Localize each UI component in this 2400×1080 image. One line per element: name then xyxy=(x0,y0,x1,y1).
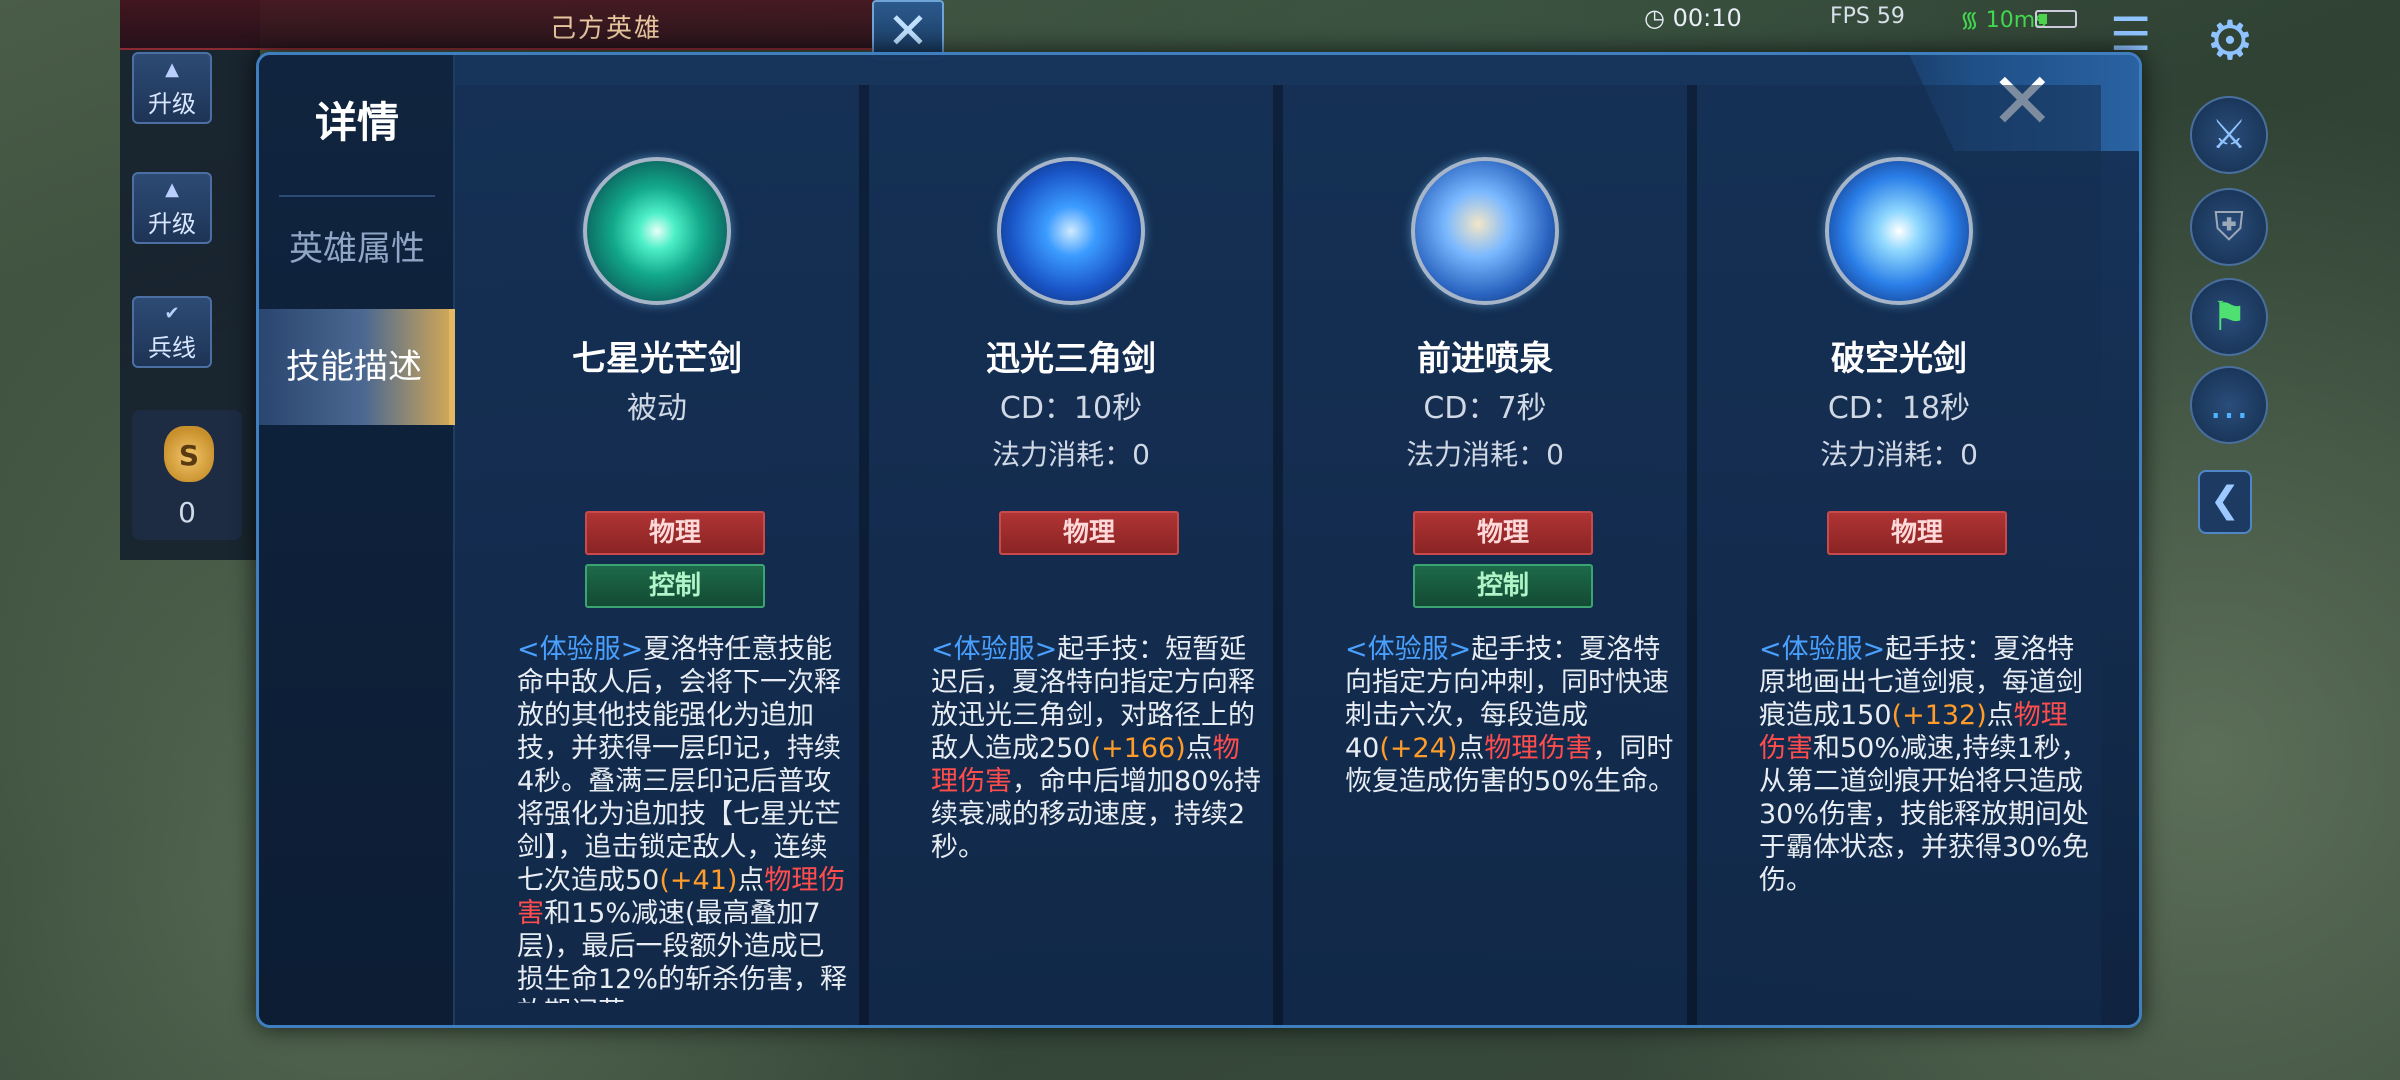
triangle-sword-icon xyxy=(997,157,1145,305)
check-icon: ✔ xyxy=(164,303,180,324)
skill-cd: CD：10秒 xyxy=(999,391,1143,426)
skill-card-passive: 七星光芒剑 被动 物理 控制 <体验服>夏洛特任意技能命中敌人后，会将下一次释放… xyxy=(455,85,859,1025)
seven-star-sword-icon xyxy=(583,157,731,305)
gold-counter: S 0 xyxy=(132,410,242,540)
skill-mana-cost: 法力消耗：0 xyxy=(1820,438,1978,471)
tag-physical: 物理 xyxy=(1827,511,2007,555)
money-bag-icon: S xyxy=(164,426,214,482)
arrow-up-icon: ▲ xyxy=(165,179,179,200)
description-segment: <体验服> xyxy=(931,634,1058,665)
hero-details-modal: 详情 英雄属性 技能描述 ✕ 七星光芒剑 被动 物理 控制 <体验服>夏洛特任意… xyxy=(256,52,2142,1028)
match-time-value: 00:10 xyxy=(1672,4,1742,32)
skill-name: 前进喷泉 xyxy=(1417,339,1553,379)
level-up-button-2[interactable]: ▲ 升级 xyxy=(132,172,212,244)
description-segment: <体验服> xyxy=(517,634,644,665)
skill-cd: 被动 xyxy=(627,391,687,426)
tag-physical: 物理 xyxy=(999,511,1179,555)
team-title: 己方英雄 xyxy=(550,14,663,44)
skill-card-1: 迅光三角剑 CD：10秒 法力消耗：0 物理 <体验服>起手技：短暂延迟后，夏洛… xyxy=(869,85,1273,1025)
skills-content: 七星光芒剑 被动 物理 控制 <体验服>夏洛特任意技能命中敌人后，会将下一次释放… xyxy=(455,55,2139,1025)
description-segment: <体验服> xyxy=(1345,634,1472,665)
tab-hero-attributes[interactable]: 英雄属性 xyxy=(259,191,455,307)
skill-mana-cost: 法力消耗：0 xyxy=(1406,438,1564,471)
battery-icon xyxy=(2035,10,2077,28)
flag-icon[interactable]: ⚑ xyxy=(2190,278,2268,356)
team-header-bar: 己方英雄 xyxy=(120,0,940,50)
tag-control: 控制 xyxy=(1413,564,1593,608)
column-divider xyxy=(1687,85,1697,1025)
tab-skill-description[interactable]: 技能描述 xyxy=(259,309,455,425)
fps-readout: FPS 59 xyxy=(1830,4,1905,29)
modal-sidebar: 详情 英雄属性 技能描述 xyxy=(259,55,455,1025)
description-segment: 点 xyxy=(1986,700,2014,731)
description-segment: 点 xyxy=(1457,733,1485,764)
skill-description: <体验服>起手技：夏洛特向指定方向冲刺，同时快速刺击六次，每段造成40(+24)… xyxy=(1345,633,1675,1003)
description-segment: (+166) xyxy=(1090,733,1186,764)
tag-control: 控制 xyxy=(585,564,765,608)
skill-description: <体验服>起手技：短暂延迟后，夏洛特向指定方向释放迅光三角剑，对路径上的敌人造成… xyxy=(931,633,1261,1003)
shield-icon[interactable]: ⛨ xyxy=(2190,188,2268,266)
level-up-button[interactable]: ▲ 升级 xyxy=(132,52,212,124)
arrow-up-icon: ▲ xyxy=(165,59,179,80)
skill-description: <体验服>夏洛特任意技能命中敌人后，会将下一次释放的其他技能强化为追加技，并获得… xyxy=(517,633,847,1003)
description-segment: 点 xyxy=(1185,733,1213,764)
tag-physical: 物理 xyxy=(1413,511,1593,555)
skill-card-3: 破空光剑 CD：18秒 法力消耗：0 物理 <体验服>起手技：夏洛特原地画出七道… xyxy=(1697,85,2101,1025)
description-segment: 夏洛特任意技能命中敌人后，会将下一次释放的其他技能强化为追加技，并获得一层印记，… xyxy=(517,634,841,896)
tab-details[interactable]: 详情 xyxy=(259,65,455,181)
chat-bubble-icon[interactable]: … xyxy=(2190,366,2268,444)
level-up-label: 升级 xyxy=(148,90,196,118)
description-segment: 点 xyxy=(737,865,765,896)
minion-wave-label: 兵线 xyxy=(148,334,196,362)
tag-physical: 物理 xyxy=(585,511,765,555)
settings-gear-icon[interactable]: ⚙ xyxy=(2200,12,2260,72)
skill-name: 迅光三角剑 xyxy=(986,339,1156,379)
description-segment: (+132) xyxy=(1891,700,1987,731)
sword-icon[interactable]: ⚔ xyxy=(2190,96,2268,174)
skill-card-2: 前进喷泉 CD：7秒 法力消耗：0 物理 控制 <体验服>起手技：夏洛特向指定方… xyxy=(1283,85,1687,1025)
description-segment: 和15%减速(最高叠加7层)，最后一段额外造成已损生命12%的斩杀伤害，释放期间… xyxy=(517,898,847,1003)
gold-value: 0 xyxy=(178,496,196,529)
skill-name: 破空光剑 xyxy=(1831,339,1967,379)
description-segment: <体验服> xyxy=(1759,634,1886,665)
skill-name: 七星光芒剑 xyxy=(572,339,742,379)
skill-cd: CD：7秒 xyxy=(1423,391,1547,426)
description-segment: (+41) xyxy=(659,865,738,896)
skill-cd: CD：18秒 xyxy=(1827,391,1971,426)
column-divider xyxy=(859,85,869,1025)
fountain-dash-icon xyxy=(1411,157,1559,305)
skill-description: <体验服>起手技：夏洛特原地画出七道剑痕，每道剑痕造成150(+132)点物理伤… xyxy=(1759,633,2089,1003)
description-segment: 物理伤害 xyxy=(1484,733,1593,764)
background-close-icon[interactable]: ✕ xyxy=(872,0,944,60)
ping-readout: ᯾ 10ms xyxy=(1960,8,2047,33)
menu-list-icon[interactable]: ☰ xyxy=(2110,11,2151,57)
level-up-label: 升级 xyxy=(148,210,196,238)
skill-mana-cost: 法力消耗：0 xyxy=(992,438,1150,471)
description-segment: (+24) xyxy=(1379,733,1458,764)
sky-breaking-sword-icon xyxy=(1825,157,1973,305)
minion-wave-button[interactable]: ✔ 兵线 xyxy=(132,296,212,368)
column-divider xyxy=(1273,85,1283,1025)
match-timer: ◷ 00:10 xyxy=(1644,4,1742,32)
collapse-chevron-icon[interactable]: ❮ xyxy=(2198,470,2252,534)
